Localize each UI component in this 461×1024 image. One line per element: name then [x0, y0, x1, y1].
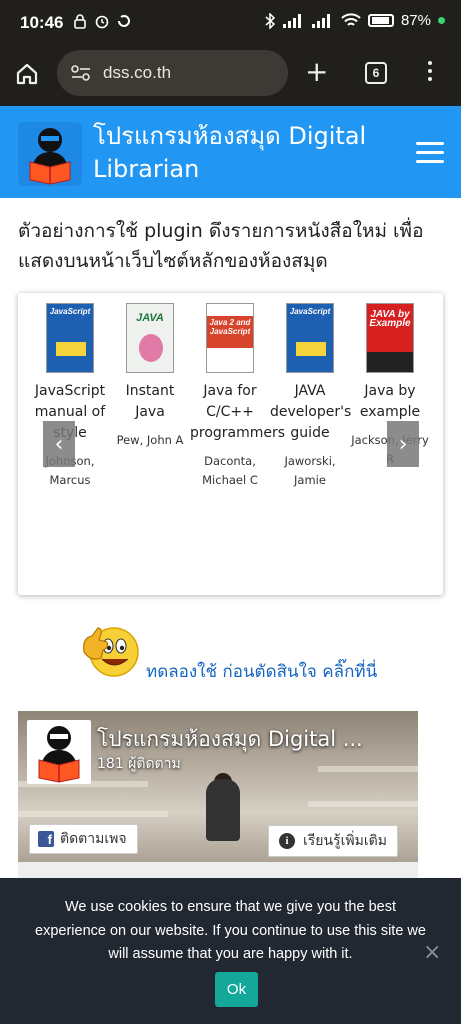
- hamburger-menu-icon[interactable]: [416, 142, 444, 163]
- trial-cta[interactable]: ทดลองใช้ ก่อนตัดสินใจ คลิ๊กที่นี่: [80, 620, 400, 682]
- fb-page-name[interactable]: โปรแกรมห้องสมุด Digital ...: [97, 723, 363, 756]
- lock-icon: [74, 14, 86, 29]
- home-icon[interactable]: [15, 62, 39, 86]
- cookie-banner: We use cookies to ensure that we give yo…: [0, 878, 461, 1024]
- facebook-page-widget[interactable]: โปรแกรมห้องสมุด Digital ... 181 ผู้ติดตา…: [18, 711, 418, 879]
- browser-toolbar: dss.co.th + 6: [0, 44, 461, 106]
- book-title[interactable]: Java for C/C++ programmers: [190, 381, 285, 444]
- signal-icon: [282, 13, 301, 28]
- book-cover[interactable]: JAVA by Example: [366, 303, 414, 373]
- more-menu-icon[interactable]: [428, 61, 432, 81]
- info-icon: i: [279, 833, 295, 849]
- carousel-prev-button[interactable]: ‹: [43, 421, 75, 467]
- book-card[interactable]: JavaScript JAVA developer's guide Jawors…: [270, 303, 351, 490]
- intro-heading: ตัวอย่างการใช้ plugin ดึงรายการหนังสือให…: [18, 220, 424, 272]
- new-tab-button[interactable]: +: [305, 58, 328, 86]
- site-header: โปรแกรมห้องสมุด Digital Librarian: [0, 106, 461, 198]
- status-time: 10:46: [20, 13, 64, 32]
- book-carousel: JavaScript JavaScript manual of style Jo…: [18, 293, 443, 595]
- status-bar: 10:46 87%: [0, 0, 461, 44]
- fb-followers: 181 ผู้ติดตาม: [97, 756, 181, 772]
- site-logo[interactable]: [18, 122, 82, 186]
- tab-switcher-button[interactable]: 6: [365, 62, 387, 84]
- url-text[interactable]: dss.co.th: [103, 63, 171, 83]
- site-title[interactable]: โปรแกรมห้องสมุด Digital Librarian: [93, 120, 403, 186]
- fb-follow-label: ติดตามเพจ: [60, 831, 127, 847]
- indicator-dot: [438, 17, 445, 24]
- site-settings-icon[interactable]: [71, 64, 91, 82]
- book-cover[interactable]: JavaScript: [286, 303, 334, 373]
- notification-icons: [72, 13, 132, 29]
- battery-icon: [367, 14, 394, 27]
- alarm-icon: [95, 15, 109, 29]
- fb-page-logo[interactable]: [27, 720, 91, 784]
- address-bar[interactable]: dss.co.th: [57, 50, 288, 96]
- facebook-icon: f: [38, 831, 54, 847]
- wifi-icon: [341, 13, 361, 26]
- close-icon[interactable]: ×: [423, 940, 441, 965]
- thumbs-up-smiley-icon[interactable]: [80, 622, 142, 680]
- cookie-message: We use cookies to ensure that we give yo…: [35, 899, 426, 962]
- fb-learn-more-label: เรียนรู้เพิ่มเติม: [303, 833, 387, 849]
- signal-icon-2: [311, 13, 330, 28]
- fb-follow-button[interactable]: f ติดตามเพจ: [29, 824, 138, 854]
- book-title[interactable]: Instant Java: [110, 381, 190, 423]
- librarian-icon: [38, 726, 80, 783]
- book-card[interactable]: Java 2 and JavaScript Java for C/C++ pro…: [190, 303, 285, 490]
- book-author: Jaworski, Jamie: [284, 454, 336, 487]
- bluetooth-icon: [265, 12, 276, 29]
- book-cover[interactable]: JAVA: [126, 303, 174, 373]
- book-cover[interactable]: JavaScript: [46, 303, 94, 373]
- cookie-ok-button[interactable]: Ok: [215, 972, 258, 1007]
- fb-learn-more-button[interactable]: i เรียนรู้เพิ่มเติม: [268, 825, 398, 857]
- battery-percent: 87%: [400, 12, 431, 29]
- sync-icon: [118, 15, 130, 27]
- librarian-icon: [29, 128, 71, 185]
- carousel-next-button[interactable]: ›: [387, 421, 419, 467]
- book-cover[interactable]: Java 2 and JavaScript: [206, 303, 254, 373]
- status-right: 87%: [264, 12, 445, 29]
- book-author: Pew, John A: [116, 433, 184, 447]
- book-title[interactable]: JAVA developer's guide: [270, 381, 351, 444]
- book-title[interactable]: Java by example: [350, 381, 430, 423]
- book-author: Daconta, Michael C: [202, 454, 258, 487]
- book-card[interactable]: JAVA Instant Java Pew, John A: [110, 303, 190, 450]
- trial-link[interactable]: ทดลองใช้ ก่อนตัดสินใจ คลิ๊กที่นี่: [146, 658, 377, 685]
